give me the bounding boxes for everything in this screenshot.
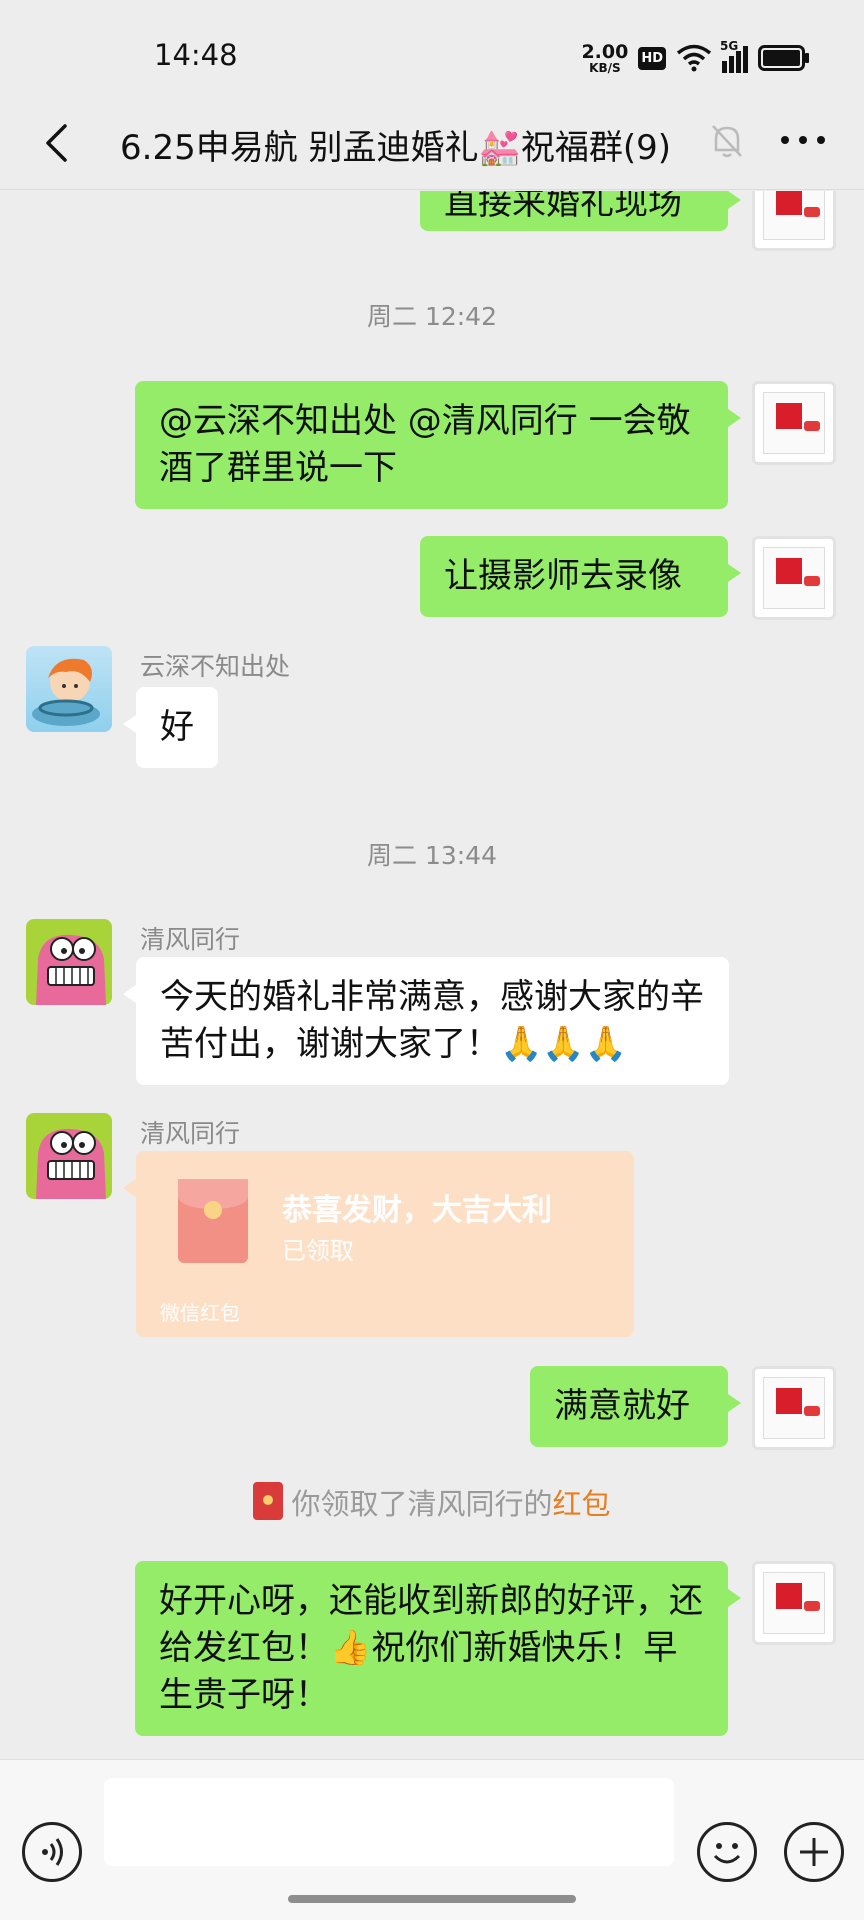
status-icons: 2.00 KB/S HD 5G bbox=[581, 38, 810, 78]
red-packet-status: 已领取 bbox=[282, 1237, 354, 1265]
cartoon-boy-icon bbox=[32, 658, 100, 726]
voice-icon[interactable] bbox=[22, 1822, 82, 1882]
message-bubble[interactable]: 好开心呀，还能收到新郎的好评，还给发红包！👍祝你们新婚快乐！早生贵子呀！ bbox=[135, 1561, 741, 1736]
message-bubble[interactable]: 今天的婚礼非常满意，感谢大家的辛苦付出，谢谢大家了！🙏🙏🙏 bbox=[123, 957, 729, 1085]
message-text: 好开心呀，还能收到新郎的好评，还给发红包！👍祝你们新婚快乐！早生贵子呀！ bbox=[159, 1581, 703, 1715]
timestamp: 周二 13:44 bbox=[367, 841, 497, 870]
signal-label: 5G bbox=[720, 39, 739, 53]
my-avatar[interactable] bbox=[752, 191, 836, 251]
red-packet-link[interactable]: 红包 bbox=[553, 1487, 611, 1521]
chat-messages: 直接来婚礼现场 周二 12:42 @云深不知出处 @清风同行 一会敬酒了群里说一… bbox=[0, 191, 864, 1759]
red-packet-icon bbox=[253, 1482, 284, 1520]
red-packet-footer: 微信红包 bbox=[160, 1301, 240, 1325]
status-bar: 14:48 2.00 KB/S HD 5G bbox=[0, 0, 864, 100]
message-bubble[interactable]: 让摄影师去录像 bbox=[420, 536, 741, 617]
message-text: 今天的婚礼非常满意，感谢大家的辛苦付出，谢谢大家了！🙏🙏🙏 bbox=[160, 977, 704, 1064]
red-packet-title: 恭喜发财，大吉大利 bbox=[282, 1193, 552, 1228]
wifi-icon bbox=[676, 44, 712, 72]
message-text: 满意就好 bbox=[554, 1386, 690, 1426]
chat-header: 6.25申易航 别孟迪婚礼💒祝福群(9) bbox=[0, 100, 864, 190]
cartoon-crocodile-icon bbox=[36, 934, 106, 1005]
emoji-icon[interactable] bbox=[697, 1822, 757, 1882]
system-notice-text: 你领取了清风同行的 bbox=[291, 1487, 553, 1521]
sender-avatar[interactable] bbox=[26, 919, 112, 1005]
my-avatar[interactable] bbox=[752, 381, 836, 465]
hd-badge: HD bbox=[638, 46, 666, 70]
message-input[interactable] bbox=[104, 1778, 674, 1866]
net-speed: 2.00 KB/S bbox=[581, 40, 629, 75]
status-time: 14:48 bbox=[154, 38, 238, 72]
message-bubble[interactable]: @云深不知出处 @清风同行 一会敬酒了群里说一下 bbox=[135, 381, 741, 509]
more-icon[interactable] bbox=[775, 120, 831, 160]
plus-icon[interactable] bbox=[784, 1822, 844, 1882]
message-bubble-partial[interactable]: 直接来婚礼现场 bbox=[420, 191, 741, 231]
home-indicator bbox=[288, 1895, 576, 1903]
chat-title: 6.25申易航 别孟迪婚礼💒祝福群(9) bbox=[120, 128, 672, 168]
red-envelope-icon bbox=[178, 1179, 248, 1263]
sender-avatar[interactable] bbox=[26, 1113, 112, 1199]
sender-name: 清风同行 bbox=[140, 1119, 241, 1148]
mute-icon bbox=[712, 125, 742, 158]
signal-icon: 5G bbox=[720, 39, 748, 73]
battery-icon bbox=[758, 45, 809, 71]
net-speed-value: 2.00 bbox=[581, 40, 629, 63]
my-avatar[interactable] bbox=[752, 536, 836, 620]
back-icon[interactable] bbox=[32, 118, 82, 168]
message-text: @云深不知出处 @清风同行 一会敬酒了群里说一下 bbox=[159, 401, 691, 488]
sender-name: 清风同行 bbox=[140, 925, 241, 954]
my-avatar[interactable] bbox=[752, 1366, 836, 1450]
input-bar bbox=[0, 1759, 864, 1920]
sender-avatar[interactable] bbox=[26, 646, 112, 732]
cartoon-crocodile-icon bbox=[36, 1128, 106, 1199]
sender-name: 云深不知出处 bbox=[140, 652, 291, 681]
net-speed-unit: KB/S bbox=[589, 60, 621, 75]
message-bubble[interactable]: 满意就好 bbox=[530, 1366, 741, 1447]
message-text: 让摄影师去录像 bbox=[444, 556, 682, 596]
message-bubble[interactable]: 好 bbox=[123, 687, 218, 768]
message-text: 直接来婚礼现场 bbox=[444, 191, 682, 223]
system-notice: 你领取了清风同行的红包 bbox=[0, 1481, 864, 1523]
my-avatar[interactable] bbox=[752, 1561, 836, 1645]
timestamp: 周二 12:42 bbox=[367, 302, 497, 331]
red-packet-card[interactable]: 恭喜发财，大吉大利 已领取 微信红包 bbox=[123, 1151, 634, 1337]
message-text: 好 bbox=[160, 707, 194, 747]
